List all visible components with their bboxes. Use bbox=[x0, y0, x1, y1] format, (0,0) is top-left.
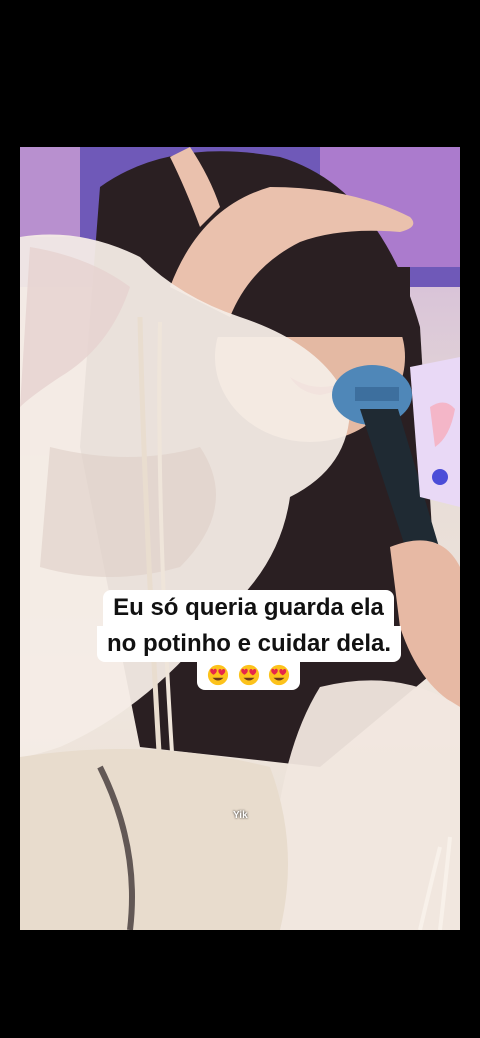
emoji-row bbox=[197, 662, 300, 690]
caption-line-1: Eu só queria guarda ela bbox=[103, 590, 394, 626]
heart-eyes-icon bbox=[207, 664, 229, 686]
heart-eyes-icon bbox=[238, 664, 259, 686]
heart-eyes-icon bbox=[268, 664, 290, 686]
bodice-shape bbox=[20, 749, 288, 930]
caption-overlay: Eu só queria guarda ela no potinho e cui… bbox=[97, 590, 402, 690]
watermark-text: Yik bbox=[233, 810, 248, 821]
caption-line-2: no potinho e cuidar dela. bbox=[97, 626, 402, 662]
